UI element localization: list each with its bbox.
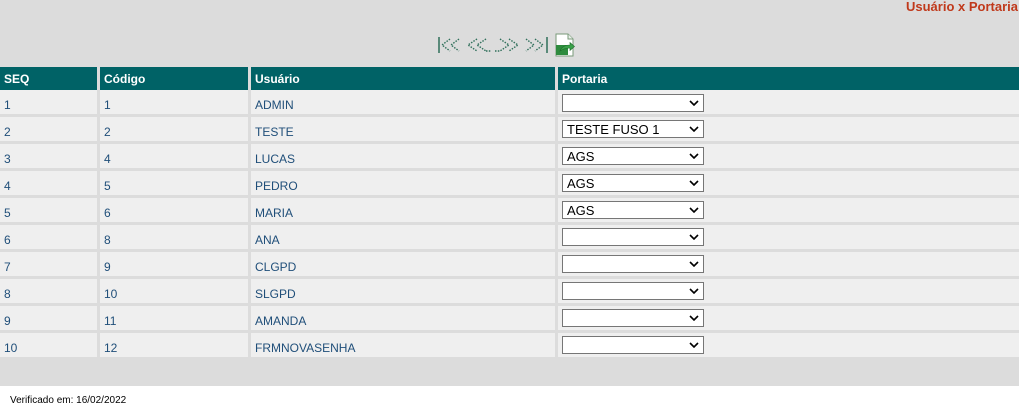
cell-portaria xyxy=(558,279,1019,306)
cell-usuario: AMANDA xyxy=(251,306,558,333)
table-row: 6 8 ANA xyxy=(0,225,1019,252)
table-row: 2 2 TESTE TESTE FUSO 1 xyxy=(0,117,1019,144)
cell-portaria: AGS xyxy=(558,144,1019,171)
cell-portaria xyxy=(558,90,1019,117)
table-row: 3 4 LUCAS AGS xyxy=(0,144,1019,171)
table-row: 7 9 CLGPD xyxy=(0,252,1019,279)
portaria-select[interactable]: TESTE FUSO 1 xyxy=(562,120,704,138)
usuario-portaria-table: SEQ Código Usuário Portaria 1 1 ADMIN 2 2 TES… xyxy=(0,67,1019,360)
cell-portaria xyxy=(558,252,1019,279)
column-header-usuario[interactable]: Usuário xyxy=(251,67,558,90)
portaria-select-value: AGS xyxy=(567,202,595,218)
cell-usuario: LUCAS xyxy=(251,144,558,171)
cell-codigo: 1 xyxy=(100,90,251,117)
cell-seq: 1 xyxy=(0,90,100,117)
export-excel-icon[interactable] xyxy=(551,33,577,57)
page-title: Usuário x Portaria xyxy=(906,0,1018,14)
portaria-select[interactable] xyxy=(562,228,704,246)
cell-portaria: AGS xyxy=(558,171,1019,198)
column-header-portaria[interactable]: Portaria xyxy=(558,67,1019,90)
cell-seq: 4 xyxy=(0,171,100,198)
cell-portaria xyxy=(558,225,1019,252)
portaria-select[interactable] xyxy=(562,255,704,273)
table-row: 5 6 MARIA AGS xyxy=(0,198,1019,225)
chevron-down-icon xyxy=(689,234,699,240)
portaria-select-value: AGS xyxy=(567,148,595,164)
cell-codigo: 10 xyxy=(100,279,251,306)
chevron-down-icon xyxy=(689,153,699,159)
portaria-select-value: AGS xyxy=(567,175,595,191)
table-row: 4 5 PEDRO AGS xyxy=(0,171,1019,198)
cell-codigo: 8 xyxy=(100,225,251,252)
column-header-codigo[interactable]: Código xyxy=(100,67,251,90)
portaria-select[interactable]: AGS xyxy=(562,201,704,219)
cell-usuario: SLGPD xyxy=(251,279,558,306)
cell-seq: 3 xyxy=(0,144,100,171)
first-page-icon[interactable] xyxy=(437,35,465,55)
cell-portaria: TESTE FUSO 1 xyxy=(558,117,1019,144)
cell-usuario: TESTE xyxy=(251,117,558,144)
cell-usuario: FRMNOVASENHA xyxy=(251,333,558,360)
cell-portaria xyxy=(558,306,1019,333)
table-row: 9 11 AMANDA xyxy=(0,306,1019,333)
portaria-select[interactable] xyxy=(562,309,704,327)
cell-codigo: 5 xyxy=(100,171,251,198)
table-row: 8 10 SLGPD xyxy=(0,279,1019,306)
portaria-select[interactable]: AGS xyxy=(562,174,704,192)
cell-seq: 10 xyxy=(0,333,100,360)
cell-portaria: AGS xyxy=(558,198,1019,225)
cell-usuario: MARIA xyxy=(251,198,558,225)
portaria-select[interactable] xyxy=(562,336,704,354)
table-row: 1 1 ADMIN xyxy=(0,90,1019,117)
table-row: 10 12 FRMNOVASENHA xyxy=(0,333,1019,360)
cell-codigo: 4 xyxy=(100,144,251,171)
previous-page-icon[interactable] xyxy=(465,35,493,55)
chevron-down-icon xyxy=(689,126,699,132)
chevron-down-icon xyxy=(689,342,699,348)
cell-seq: 5 xyxy=(0,198,100,225)
cell-seq: 8 xyxy=(0,279,100,306)
chevron-down-icon xyxy=(689,99,699,106)
cell-usuario: ADMIN xyxy=(251,90,558,117)
verified-date-label: Verificado em: 16/02/2022 xyxy=(10,395,127,406)
portaria-select[interactable]: AGS xyxy=(562,147,704,165)
cell-codigo: 12 xyxy=(100,333,251,360)
next-page-icon[interactable] xyxy=(493,35,521,55)
chevron-down-icon xyxy=(689,207,699,213)
chevron-down-icon xyxy=(689,180,699,186)
cell-seq: 9 xyxy=(0,306,100,333)
portaria-select[interactable] xyxy=(562,282,704,300)
cell-usuario: PEDRO xyxy=(251,171,558,198)
chevron-down-icon xyxy=(689,315,699,321)
cell-codigo: 9 xyxy=(100,252,251,279)
pager-toolbar xyxy=(437,33,577,57)
chevron-down-icon xyxy=(689,288,699,294)
portaria-select-value: TESTE FUSO 1 xyxy=(567,121,660,137)
cell-seq: 7 xyxy=(0,252,100,279)
cell-codigo: 2 xyxy=(100,117,251,144)
column-header-seq[interactable]: SEQ xyxy=(0,67,100,90)
cell-codigo: 11 xyxy=(100,306,251,333)
cell-seq: 6 xyxy=(0,225,100,252)
cell-usuario: ANA xyxy=(251,225,558,252)
chevron-down-icon xyxy=(689,261,699,267)
cell-portaria xyxy=(558,333,1019,360)
last-page-icon[interactable] xyxy=(521,35,549,55)
cell-codigo: 6 xyxy=(100,198,251,225)
portaria-select[interactable] xyxy=(562,93,704,112)
cell-usuario: CLGPD xyxy=(251,252,558,279)
table-header-row: SEQ Código Usuário Portaria xyxy=(0,67,1019,90)
cell-seq: 2 xyxy=(0,117,100,144)
main-panel: Usuário x Portaria SEQ Código Usuário Po… xyxy=(0,0,1019,386)
